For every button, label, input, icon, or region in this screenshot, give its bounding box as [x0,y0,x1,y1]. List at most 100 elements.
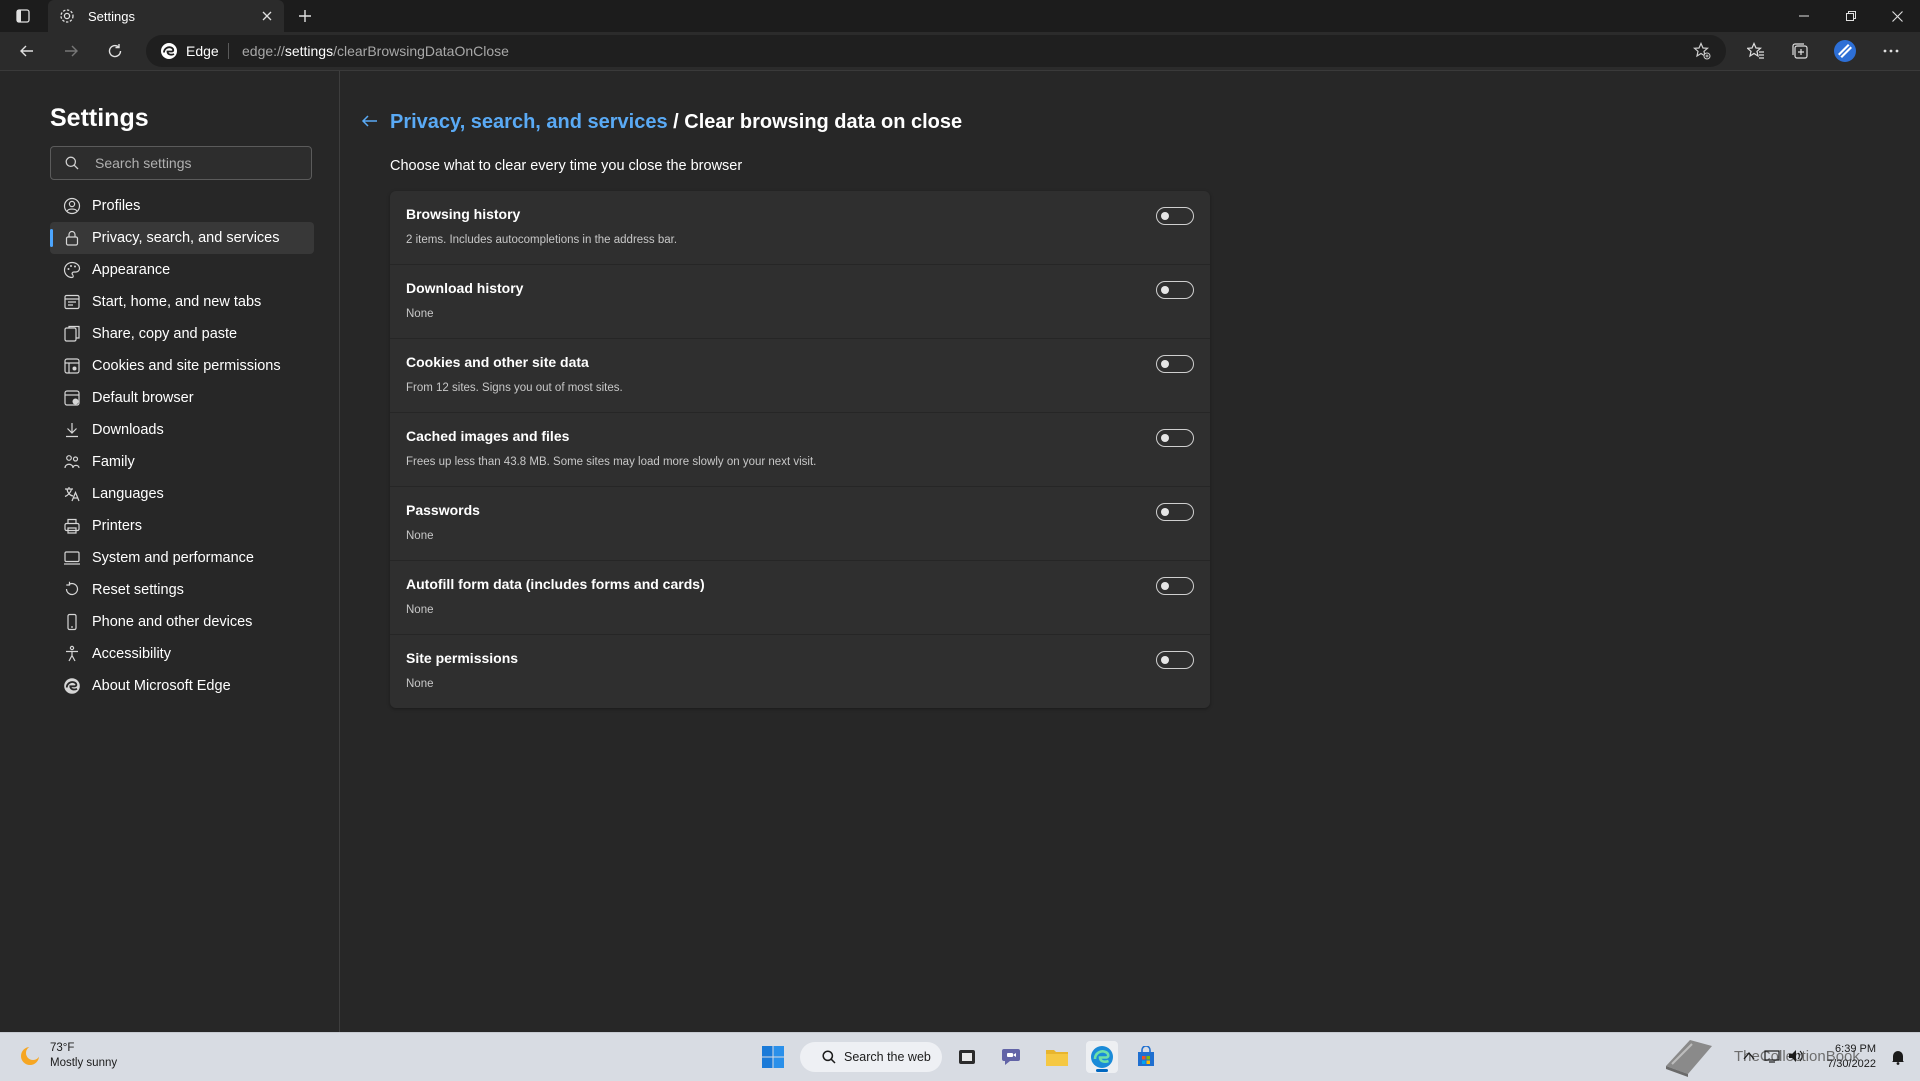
restore-button[interactable] [1828,0,1874,32]
system-icon [63,549,81,567]
sidebar-item-label: Family [92,454,135,470]
languages-icon [63,485,81,503]
profile-button[interactable] [1830,37,1860,65]
sidebar-item-appearance[interactable]: Appearance [50,254,314,286]
task-view-icon [959,1050,975,1064]
option-description: None [406,530,434,542]
taskbar-search[interactable]: Search the web [800,1042,942,1072]
tab-close-button[interactable] [256,5,278,27]
option-title: Site permissions [406,650,519,666]
windows-logo-icon [762,1046,784,1068]
sidebar-item-phone-and-other-devices[interactable]: Phone and other devices [50,606,314,638]
option-toggle[interactable] [1156,355,1194,373]
option-toggle[interactable] [1156,281,1194,299]
option-description: 2 items. Includes autocompletions in the… [406,234,678,246]
sidebar-item-start-home-and-new-tabs[interactable]: Start, home, and new tabs [50,286,314,318]
option-toggle[interactable] [1156,503,1194,521]
share-icon [63,325,81,343]
arrow-left-icon [361,115,377,127]
edge-taskbar-button[interactable] [1086,1041,1118,1073]
address-bar[interactable]: Edge edge://settings/clearBrowsingDataOn… [146,35,1726,67]
sidebar-item-about-microsoft-edge[interactable]: About Microsoft Edge [50,670,314,702]
task-view-button[interactable] [951,1041,983,1073]
add-favorite-button[interactable] [1690,40,1714,62]
refresh-button[interactable] [100,37,130,65]
accessibility-icon [63,645,81,663]
clock-time: 6:39 PM [1835,1043,1876,1055]
edge-logo-icon [63,677,81,695]
sidebar-item-family[interactable]: Family [50,446,314,478]
option-toggle[interactable] [1156,577,1194,595]
sidebar-item-share-copy-and-paste[interactable]: Share, copy and paste [50,318,314,350]
sidebar-item-label: Start, home, and new tabs [92,294,262,310]
url-text[interactable]: edge://settings/clearBrowsingDataOnClose [242,35,509,67]
settings-and-more-button[interactable] [1876,37,1906,65]
start-button[interactable] [757,1041,789,1073]
sidebar-item-printers[interactable]: Printers [50,510,314,542]
tab-actions-button[interactable] [8,4,38,28]
option-toggle[interactable] [1156,651,1194,669]
minimize-button[interactable] [1781,0,1827,32]
option-description: Frees up less than 43.8 MB. Some sites m… [406,456,817,468]
browser-toolbar: Edge edge://settings/clearBrowsingDataOn… [0,32,1920,71]
new-tab-button[interactable] [292,4,318,28]
volume-icon[interactable] [1788,1049,1804,1063]
sidebar-item-label: Reset settings [92,582,184,598]
teams-chat-button[interactable] [996,1041,1028,1073]
sidebar-item-default-browser[interactable]: Default browser [50,382,314,414]
sidebar-item-label: Share, copy and paste [92,326,238,342]
favorites-button[interactable] [1741,37,1771,65]
option-title: Download history [406,280,524,296]
sidebar-item-accessibility[interactable]: Accessibility [50,638,314,670]
option-title: Cookies and other site data [406,354,589,370]
sidebar-item-downloads[interactable]: Downloads [50,414,314,446]
sidebar-item-system-and-performance[interactable]: System and performance [50,542,314,574]
chevron-up-icon[interactable] [1742,1049,1756,1063]
sidebar-item-languages[interactable]: Languages [50,478,314,510]
tab-settings[interactable]: Settings [48,0,284,32]
clock[interactable]: 6:39 PM 7/30/2022 [1827,1042,1876,1072]
tab-title: Settings [88,8,135,24]
back-to-privacy-button[interactable] [357,109,383,133]
option-row: Autofill form data (includes forms and c… [390,560,1210,634]
download-icon [63,421,81,439]
restore-icon [1846,11,1856,21]
book-watermark-icon [1666,1040,1712,1077]
sidebar-item-profiles[interactable]: Profiles [50,190,314,222]
phone-icon [63,613,81,631]
site-identity-badge[interactable]: Edge [160,35,219,67]
back-button[interactable] [12,37,42,65]
breadcrumb-link-privacy[interactable]: Privacy, search, and services [390,111,668,133]
option-toggle[interactable] [1156,429,1194,447]
option-description: None [406,308,434,320]
page-description: Choose what to clear every time you clos… [390,158,743,174]
collections-button[interactable] [1785,37,1815,65]
network-icon[interactable] [1764,1049,1780,1063]
weather-widget[interactable]: 73°F Mostly sunny [18,1041,117,1071]
forward-button[interactable] [56,37,86,65]
refresh-icon [108,44,122,58]
sidebar-item-reset-settings[interactable]: Reset settings [50,574,314,606]
toggle-knob [1161,285,1169,294]
arrow-right-icon [65,45,78,57]
clear-options-panel: Browsing history 2 items. Includes autoco… [390,191,1210,708]
notification-icon[interactable] [1890,1049,1906,1065]
sidebar-item-cookies-and-site-permissions[interactable]: Cookies and site permissions [50,350,314,382]
search-input[interactable] [95,148,305,178]
sidebar-nav: Profiles Privacy, search, and services App… [50,190,314,702]
sidebar-item-label: Appearance [92,262,171,278]
sidebar-item-label: About Microsoft Edge [92,678,231,694]
option-toggle[interactable] [1156,207,1194,225]
sidebar-item-privacy-search-and-services[interactable]: Privacy, search, and services [50,222,314,254]
main-content: Privacy, search, and services / Clear br… [340,71,1920,1032]
temperature: 73°F [50,1042,75,1054]
toggle-knob [1161,581,1169,590]
file-explorer-button[interactable] [1041,1041,1073,1073]
toggle-knob [1161,507,1169,516]
search-box[interactable] [50,146,312,180]
store-icon [1138,1046,1154,1066]
option-description: From 12 sites. Signs you out of most sit… [406,382,623,394]
settings-sidebar: Settings Profiles Privacy, search, and se… [0,71,340,1032]
store-button[interactable] [1130,1041,1162,1073]
window-close-button[interactable] [1874,0,1920,32]
